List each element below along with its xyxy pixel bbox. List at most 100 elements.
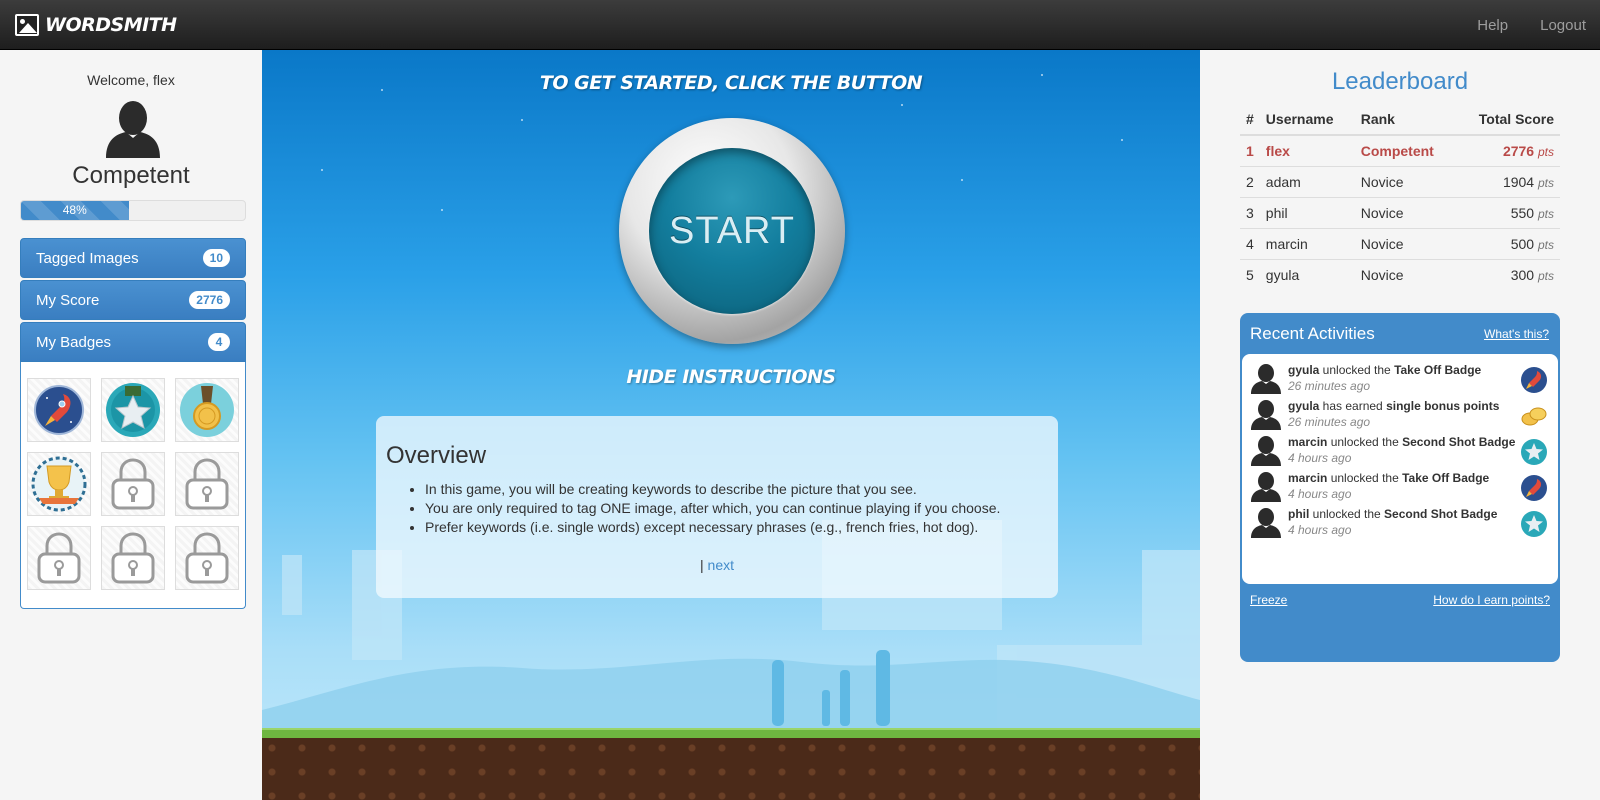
row-rank: Novice xyxy=(1354,197,1457,229)
navbar: WORDSMITH Help Logout xyxy=(0,0,1600,50)
my-score-count: 2776 xyxy=(189,291,230,309)
tagged-images-item[interactable]: Tagged Images 10 xyxy=(20,238,246,278)
left-sidebar: Welcome, flex Competent 48% Tagged Image… xyxy=(0,50,262,800)
row-rank: Novice xyxy=(1354,259,1457,291)
score-value: 300 xyxy=(1510,267,1535,284)
badge-tile-locked[interactable] xyxy=(175,452,239,516)
activities-list: gyula unlocked the Take Off Badge 26 minu… xyxy=(1242,354,1558,584)
whats-this-link[interactable]: What's this? xyxy=(1484,327,1549,341)
badge-tile-locked[interactable] xyxy=(175,526,239,590)
activity-text: phil unlocked the Second Shot Badge 4 hou… xyxy=(1288,506,1516,538)
star-icon xyxy=(1521,439,1547,465)
score-unit: pts xyxy=(1537,269,1554,284)
activity-text: gyula has earned single bonus points 26 m… xyxy=(1288,398,1516,430)
activity-verb: unlocked the xyxy=(1327,471,1403,485)
user-avatar-icon xyxy=(1251,400,1281,430)
my-badges-item[interactable]: My Badges 4 xyxy=(20,322,246,362)
start-button[interactable]: START xyxy=(619,118,845,344)
activity-object: single bonus points xyxy=(1386,399,1500,413)
row-score: 2776 pts xyxy=(1456,134,1560,167)
activity-time: 4 hours ago xyxy=(1288,487,1352,501)
row-username: adam xyxy=(1259,166,1355,198)
leaderboard-row: 4 marcin Novice 500 pts xyxy=(1240,228,1560,260)
hide-instructions-link[interactable]: HIDE INSTRUCTIONS xyxy=(262,366,1200,388)
activity-time: 26 minutes ago xyxy=(1288,379,1371,393)
badge-tile-locked[interactable] xyxy=(101,452,165,516)
welcome-text: Welcome, flex xyxy=(87,72,175,88)
recent-activities-panel: Recent Activities What's this? gyula unl… xyxy=(1240,313,1560,662)
activity-object: Second Shot Badge xyxy=(1402,435,1516,449)
badge-tile[interactable] xyxy=(175,378,239,442)
overview-panel: Overview In this game, you will be creat… xyxy=(376,416,1058,598)
row-rank: Competent xyxy=(1354,134,1457,167)
row-score: 550 pts xyxy=(1456,197,1560,229)
activity-time: 4 hours ago xyxy=(1288,451,1352,465)
score-unit: pts xyxy=(1537,176,1554,190)
lock-icon xyxy=(185,532,229,584)
activity-verb: has earned xyxy=(1319,399,1387,413)
activity-object: Take Off Badge xyxy=(1394,363,1482,377)
activities-title: Recent Activities xyxy=(1250,324,1375,343)
logout-link[interactable]: Logout xyxy=(1540,17,1586,34)
badge-tile[interactable] xyxy=(27,378,91,442)
badge-tile[interactable] xyxy=(27,452,91,516)
row-number: 5 xyxy=(1240,259,1260,291)
row-number: 4 xyxy=(1240,228,1260,260)
score-value: 500 xyxy=(1510,236,1535,252)
brand-name: WORDSMITH xyxy=(45,14,177,36)
activity-text: marcin unlocked the Take Off Badge 4 hour… xyxy=(1288,470,1516,502)
row-score: 1904 pts xyxy=(1456,166,1560,198)
col-rank: Rank xyxy=(1354,105,1457,136)
activity-text: gyula unlocked the Take Off Badge 26 minu… xyxy=(1288,362,1516,394)
my-score-item[interactable]: My Score 2776 xyxy=(20,280,246,320)
instruction-item: In this game, you will be creating keywo… xyxy=(425,480,1048,499)
overview-pager: | next xyxy=(386,557,1048,573)
progress-fill: 48% xyxy=(21,201,129,220)
badge-tile-locked[interactable] xyxy=(27,526,91,590)
help-link[interactable]: Help xyxy=(1477,17,1508,34)
row-rank: Novice xyxy=(1354,228,1457,260)
lock-icon xyxy=(111,458,155,510)
row-username: phil xyxy=(1259,197,1355,229)
tagged-images-count: 10 xyxy=(202,249,230,267)
brand-logo[interactable]: WORDSMITH xyxy=(15,12,177,38)
picture-icon xyxy=(15,14,39,36)
badges-panel xyxy=(20,362,246,609)
col-rank-number: # xyxy=(1240,105,1260,136)
badge-tile-locked[interactable] xyxy=(101,526,165,590)
star-icon xyxy=(1521,511,1547,537)
activity-user: marcin xyxy=(1288,435,1328,449)
activity-item: phil unlocked the Second Shot Badge 4 hou… xyxy=(1250,506,1548,538)
leaderboard-header-row: # Username Rank Total Score xyxy=(1240,105,1560,136)
lock-icon xyxy=(185,458,229,510)
row-score: 500 pts xyxy=(1456,228,1560,260)
row-username: marcin xyxy=(1259,228,1355,260)
activity-object: Second Shot Badge xyxy=(1384,507,1498,521)
instruction-item: You are only required to tag ONE image, … xyxy=(425,499,1048,518)
coins-icon xyxy=(1521,407,1547,426)
score-value: 550 xyxy=(1510,205,1535,221)
leaderboard-title: Leaderboard xyxy=(1331,68,1469,95)
medal-badge-icon xyxy=(180,383,234,437)
user-avatar-icon xyxy=(1251,364,1281,394)
activity-item: gyula unlocked the Take Off Badge 26 minu… xyxy=(1250,362,1548,394)
start-button-label: START xyxy=(649,148,815,314)
next-link[interactable]: next xyxy=(708,557,734,573)
leaderboard-table: # Username Rank Total Score 1 flex Compe… xyxy=(1240,105,1560,291)
leaderboard-row-current-user: 1 flex Competent 2776 pts xyxy=(1240,134,1560,167)
row-username: gyula xyxy=(1259,259,1355,291)
dirt-ground xyxy=(262,738,1200,800)
activity-text: marcin unlocked the Second Shot Badge 4 h… xyxy=(1288,434,1516,466)
activity-item: marcin unlocked the Second Shot Badge 4 h… xyxy=(1250,434,1548,466)
score-unit: pts xyxy=(1537,145,1554,159)
side-menu: Tagged Images 10 My Score 2776 My Badges… xyxy=(20,238,246,609)
badge-tile[interactable] xyxy=(101,378,165,442)
freeze-link[interactable]: Freeze xyxy=(1250,593,1287,607)
earn-points-link[interactable]: How do I earn points? xyxy=(1433,593,1550,607)
rocket-icon xyxy=(1521,367,1547,393)
activity-verb: unlocked the xyxy=(1309,507,1385,521)
my-badges-label: My Badges xyxy=(36,333,112,351)
activity-item: marcin unlocked the Take Off Badge 4 hour… xyxy=(1250,470,1548,502)
leaderboard-row: 2 adam Novice 1904 pts xyxy=(1240,166,1560,198)
leaderboard-row: 3 phil Novice 550 pts xyxy=(1240,197,1560,229)
